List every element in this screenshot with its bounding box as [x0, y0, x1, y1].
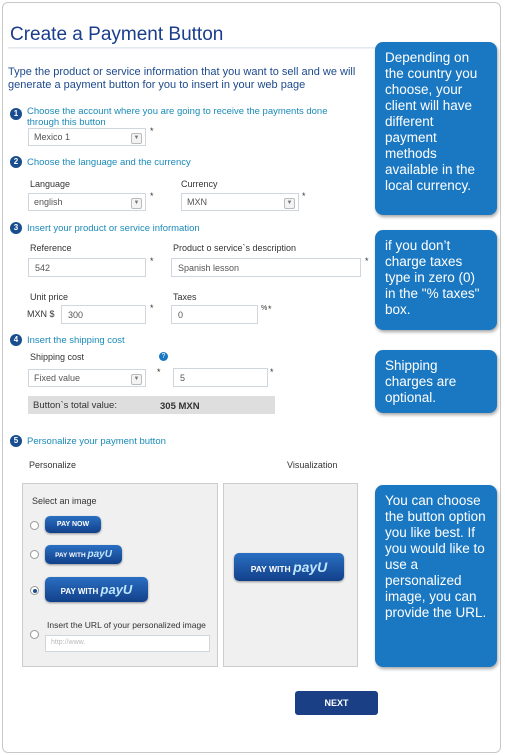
required-mark: * — [150, 303, 154, 313]
currency-select-value: MXN — [187, 197, 207, 207]
radio-pay-with-payu-small[interactable] — [30, 550, 39, 559]
step-2-number-icon: 2 — [10, 156, 22, 168]
step-2-label: Choose the language and the currency — [27, 157, 191, 168]
callout-taxes: if you don’t charge taxes type in zero (… — [375, 230, 497, 330]
language-label: Language — [30, 179, 71, 189]
page-title: Create a Payment Button — [10, 24, 224, 45]
chevron-down-icon: ▼ — [131, 198, 142, 209]
taxes-percent-suffix: % — [261, 305, 268, 312]
pay-with-label: PAY WITH — [55, 552, 86, 559]
step-1-label: Choose the account where you are going t… — [27, 106, 328, 128]
title-divider — [8, 47, 393, 49]
payu-button-preview: PAY WITH payU — [234, 553, 344, 581]
shipping-type-select[interactable]: Fixed value ▼ — [28, 369, 146, 387]
required-mark: * — [150, 256, 154, 266]
shipping-type-value: Fixed value — [34, 373, 81, 383]
step-3-number-icon: 3 — [10, 222, 22, 234]
step-3-label: Insert your product or service informati… — [27, 223, 200, 234]
pay-with-label: PAY WITH — [60, 587, 99, 596]
currency-label: Currency — [181, 179, 218, 189]
required-mark: * — [157, 367, 161, 377]
taxes-label: Taxes — [173, 292, 197, 302]
required-mark: * — [365, 256, 369, 266]
intro-text: Type the product or service information … — [8, 66, 356, 91]
required-mark: * — [270, 367, 274, 377]
required-mark: * — [150, 126, 154, 136]
unit-price-input[interactable]: 300 — [61, 305, 146, 324]
next-button[interactable]: NEXT — [295, 691, 378, 715]
unit-price-label: Unit price — [30, 292, 69, 302]
custom-url-label: Insert the URL of your personalized imag… — [47, 620, 206, 630]
chevron-down-icon: ▼ — [131, 374, 142, 385]
currency-select[interactable]: MXN ▼ — [181, 193, 299, 211]
payu-logo-text: payU — [293, 559, 328, 575]
visualization-label: Visualization — [287, 460, 338, 470]
select-image-label: Select an image — [32, 496, 97, 506]
step-4-number-icon: 4 — [10, 334, 22, 346]
payu-logo-text: payU — [100, 582, 133, 597]
language-select-value: english — [34, 197, 63, 207]
pay-now-label: PAY NOW — [56, 521, 90, 528]
reference-label: Reference — [30, 243, 72, 253]
account-select-value: Mexico 1 — [34, 132, 71, 142]
pay-with-payu-large-option[interactable]: PAY WITH payU — [45, 577, 148, 602]
chevron-down-icon: ▼ — [284, 198, 295, 209]
shipping-amount-input[interactable]: 5 — [173, 368, 268, 387]
payu-logo-text: payU — [87, 549, 112, 560]
required-mark: * — [150, 191, 154, 201]
step-4-label: Insert the shipping cost — [27, 335, 125, 346]
custom-url-input[interactable]: http://www. — [45, 635, 210, 652]
radio-pay-with-payu-large[interactable] — [30, 586, 39, 595]
step-1-number-icon: 1 — [10, 108, 22, 120]
pay-now-button-option[interactable]: PAY NOW — [45, 516, 101, 533]
pay-with-payu-small-option[interactable]: PAY WITH payU — [45, 545, 122, 564]
callout-shipping: Shipping charges are optional. — [375, 350, 497, 413]
description-label: Product o service`s description — [173, 243, 297, 253]
description-input[interactable]: Spanish lesson — [171, 258, 361, 277]
required-mark: * — [268, 304, 272, 314]
radio-custom-image-url[interactable] — [30, 630, 39, 639]
callout-button-options: You can choose the button option you lik… — [375, 485, 497, 667]
personalize-label: Personalize — [29, 460, 77, 470]
shipping-cost-label: Shipping cost — [30, 352, 85, 362]
taxes-input[interactable]: 0 — [171, 305, 258, 324]
reference-input[interactable]: 542 — [28, 258, 146, 277]
total-value-amount: 305 MXN — [160, 401, 200, 412]
required-mark: * — [302, 191, 306, 201]
radio-pay-now[interactable] — [30, 521, 39, 530]
step-5-label: Personalize your payment button — [27, 436, 166, 447]
total-value-label: Button`s total value: — [33, 400, 117, 411]
pay-with-label: PAY WITH — [250, 564, 291, 574]
step-5-number-icon: 5 — [10, 435, 22, 447]
language-select[interactable]: english ▼ — [28, 193, 146, 211]
callout-country-payment-methods: Depending on the country you choose, you… — [375, 42, 497, 215]
chevron-down-icon: ▼ — [131, 133, 142, 144]
help-icon[interactable]: ? — [159, 352, 168, 361]
unit-price-currency-prefix: MXN $ — [27, 309, 55, 319]
account-select[interactable]: Mexico 1 ▼ — [28, 128, 146, 146]
